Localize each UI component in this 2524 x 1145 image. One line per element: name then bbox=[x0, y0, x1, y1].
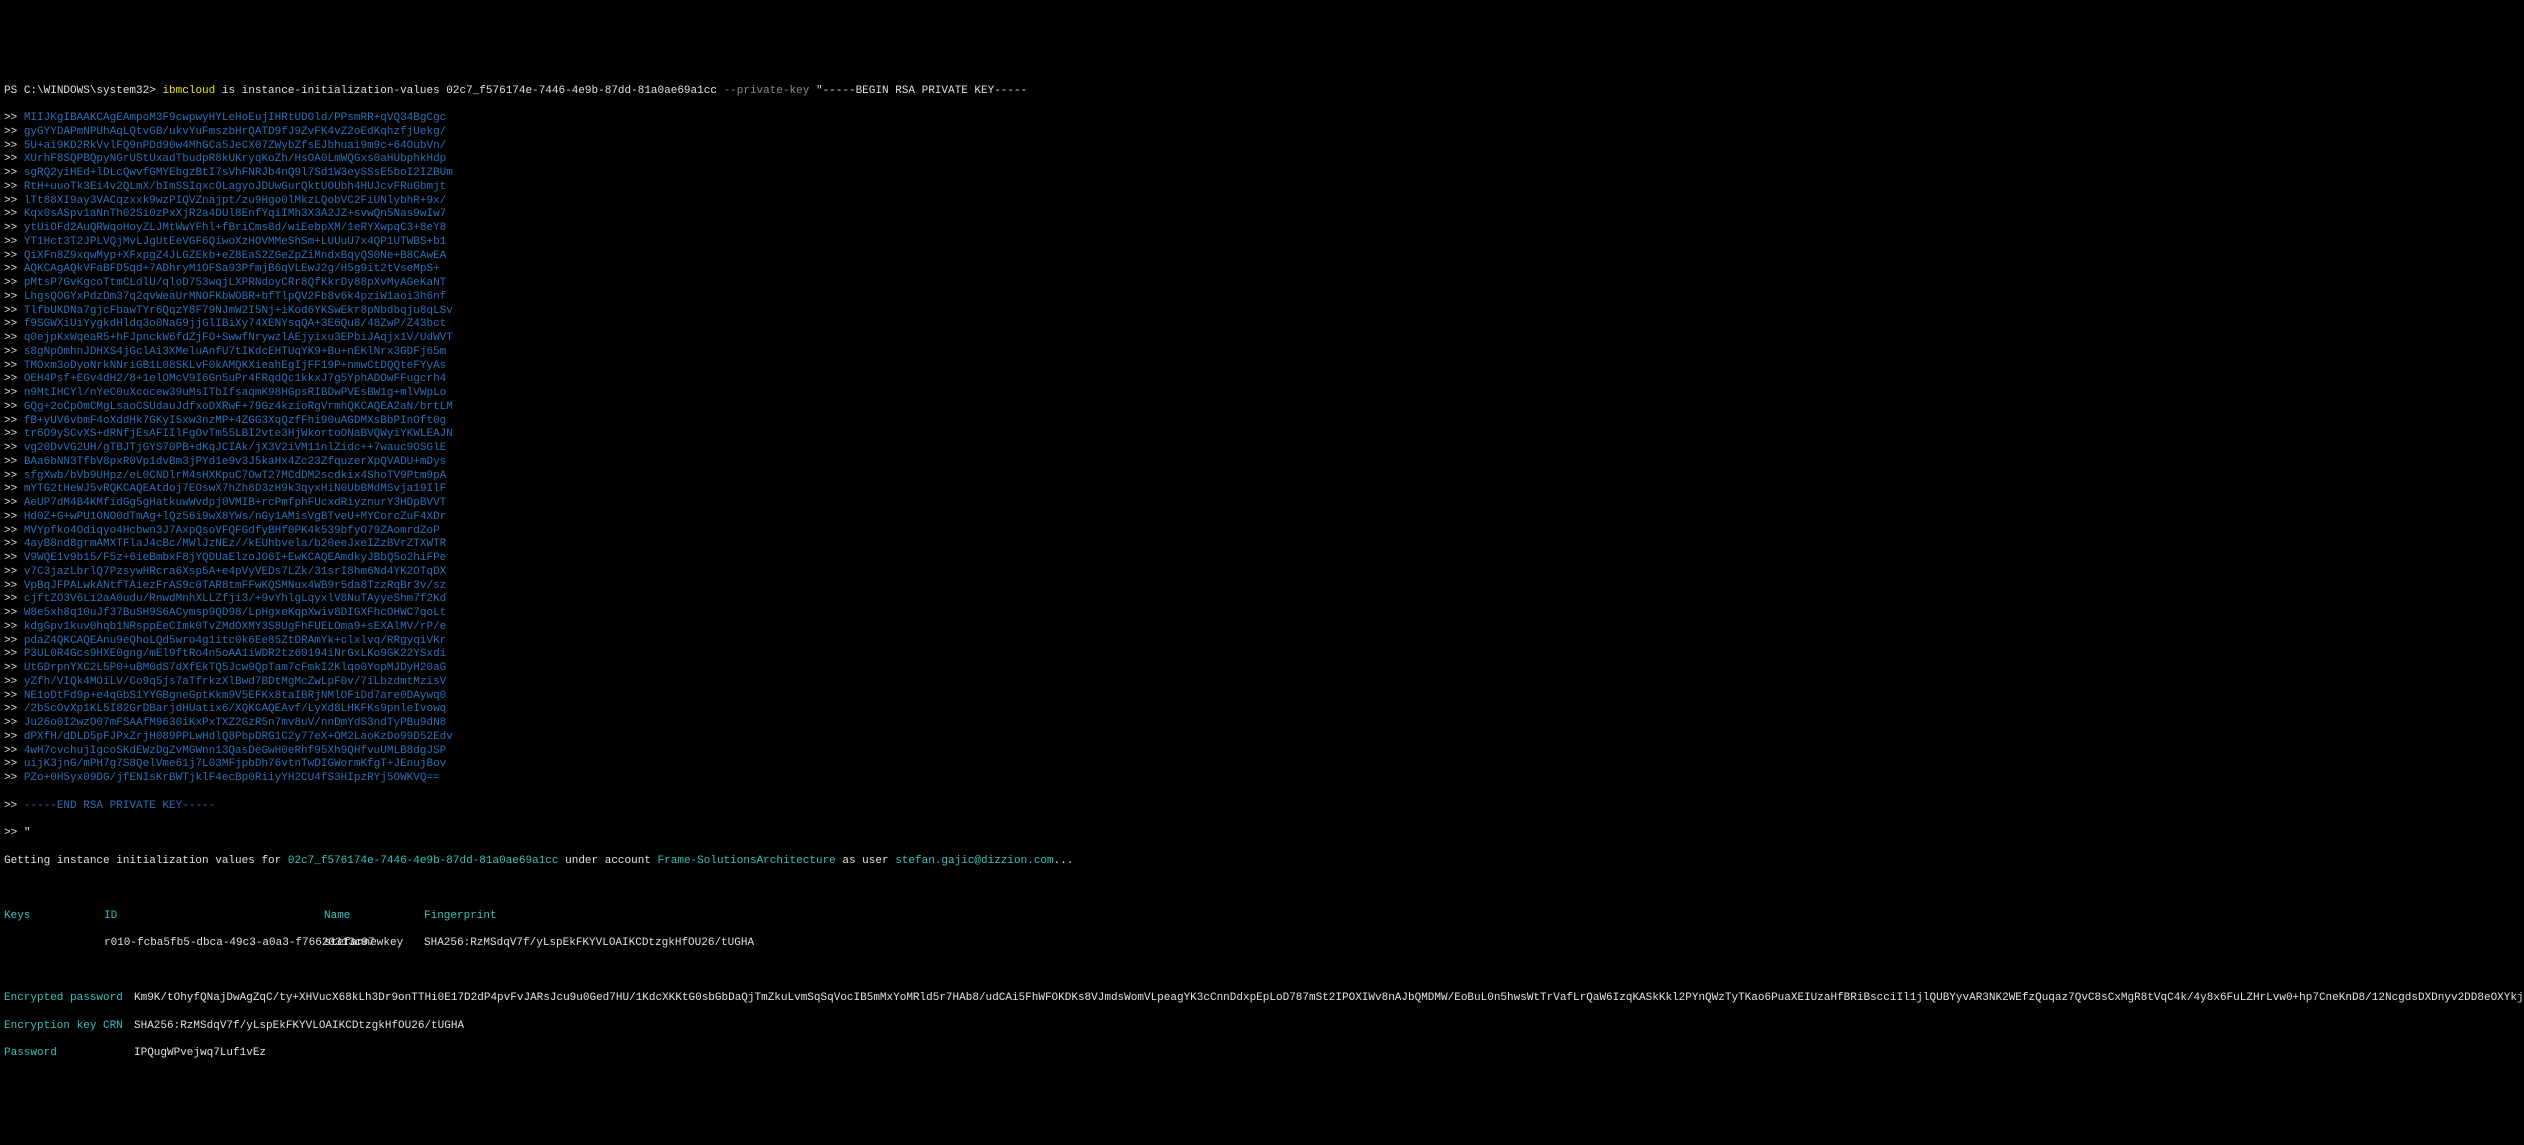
key-line: >> GQg+2oCpOmCMgLsaoCSUdauJdfxoDXRwF+79G… bbox=[4, 401, 2520, 415]
ps-marker: PS bbox=[4, 85, 24, 97]
private-key-block: >> MIIJKgIBAAKCAgEAmpoM3F9cwpwyHYLeHoEuj… bbox=[4, 112, 2520, 786]
ssh-header-row: KeysIDNameFingerprint bbox=[4, 910, 2520, 924]
password-value: IPQugWPvejwq7Luf1vEz bbox=[134, 1047, 266, 1059]
key-line: >> pMtsP7GvKgcoTtmCLdlU/qloD753wqjLXPRNd… bbox=[4, 277, 2520, 291]
encrypted-password-line: Encrypted passwordKm9K/tOhyfQNajDwAgZqC/… bbox=[4, 992, 2520, 1006]
prompt-line: PS C:\WINDOWS\system32> ibmcloud is inst… bbox=[4, 85, 2520, 99]
key-line: >> YT1Hct3T2JPLVQjMvLJgUtEeVGF6QiwoXzHOV… bbox=[4, 236, 2520, 250]
key-line: >> QiXFn8Z9xqwMyp+XFxpgZ4JLGZEkb+eZ8EaS2… bbox=[4, 250, 2520, 264]
key-name: stefannewkey bbox=[324, 937, 424, 951]
key-line: >> VpBqJFPALwkANtfTAiezFrAS9c0TAR8tmFFwK… bbox=[4, 580, 2520, 594]
key-line: >> BAa6bNN3TfbV8pxR0Vp1dvBm3jPYd1e9v3J5k… bbox=[4, 456, 2520, 470]
encryption-key-crn-line: Encryption key CRNSHA256:RzMSdqV7f/yLspE… bbox=[4, 1020, 2520, 1034]
key-line: >> lTt88XI9ay3VACqzxxk9wzPIQVZnajpt/zu9H… bbox=[4, 195, 2520, 209]
key-line: >> f9SGWXiUiYygkdHldq3o0NaG9jjGlIBiXy74X… bbox=[4, 318, 2520, 332]
key-line: >> Ju26o0I2wzO07mFSAAfM9630iKxPxTXZ2GzR5… bbox=[4, 717, 2520, 731]
key-line: >> /2b5cOvXp1KL5I82GrDBarjdHUatix6/XQKCA… bbox=[4, 703, 2520, 717]
encryption-key-crn-value: SHA256:RzMSdqV7f/yLspEkFKYVLOAIKCDtzgkHf… bbox=[134, 1020, 464, 1032]
key-line: >> P3UL0R4Gcs9HXE0gng/mEl9ftRo4n5oAA1iWD… bbox=[4, 648, 2520, 662]
user-email: stefan.gajic@dizzion.com bbox=[895, 855, 1053, 867]
key-line: >> sgRQ2yiHEd+lDLcQwvfGMYEbgzBtI7sVhFNRJ… bbox=[4, 167, 2520, 181]
key-line: >> q0ejpKxWqeaR5+hFJpnckW6fdZjFO+SwwfNry… bbox=[4, 332, 2520, 346]
status-line: Getting instance initialization values f… bbox=[4, 855, 2520, 869]
key-line: >> PZo+0H5yx09DG/jfENIsKrBWTjklF4ecBp0Ri… bbox=[4, 772, 2520, 786]
key-line: >> V9WQE1v9b15/F5z+6ieBmbxF8jYQDUaElzoJO… bbox=[4, 552, 2520, 566]
encryption-key-crn-label: Encryption key CRN bbox=[4, 1020, 134, 1034]
key-line: >> sfgXwb/bVb9UHpz/eL0CNDlrM4sHXKpuC7OwT… bbox=[4, 470, 2520, 484]
key-line: >> TlfbUKDNa7gjcFbawTYr6QqzY8F79NJmW2I5N… bbox=[4, 305, 2520, 319]
closing-quote: " bbox=[24, 827, 31, 839]
key-line: >> mYTG2tHeWJ5vRQKCAQEAtdoj7EOswX7hZh8D3… bbox=[4, 483, 2520, 497]
command-args: is instance-initialization-values 02c7_f… bbox=[215, 85, 723, 97]
key-fingerprint: SHA256:RzMSdqV7f/yLspEkFKYVLOAIKCDtzgkHf… bbox=[424, 937, 754, 951]
key-line: >> TMOxm3oDyoNrkNNriGB1L08SKLvF0kAMQKXie… bbox=[4, 360, 2520, 374]
key-line: >> yZfh/VIQk4MOiLV/Co9q5js7aTfrkzXlBwd7B… bbox=[4, 676, 2520, 690]
command: ibmcloud bbox=[162, 85, 215, 97]
blank-line bbox=[4, 882, 2520, 896]
key-line: >> ytUiOFd2AuQRWqoHoyZLJMtWwYFhl+fBriCms… bbox=[4, 222, 2520, 236]
key-line: >> dPXfH/dDLD5pFJPxZrjH089PPLwHdlQ8PbpDR… bbox=[4, 731, 2520, 745]
ssh-data-row: r010-fcba5fb5-dbca-49c3-a0a3-f76620313c9… bbox=[4, 937, 2520, 951]
key-line: >> OEH4Psf+EGv4dH2/8+1elOMcV9I6Gn5uPr4FR… bbox=[4, 373, 2520, 387]
key-line: >> tr6O9ySCvXS+dRNfjEsAFIIlFgOvTm55LBI2v… bbox=[4, 428, 2520, 442]
private-key-flag: --private-key bbox=[724, 85, 810, 97]
key-line: >> AeUP7dM4B4KMfidGg5gHatkuwWvdpj0VMIB+r… bbox=[4, 497, 2520, 511]
key-line: >> MVYpfko4Odiqyo4Hcbwn3J7AxpQsoVFQFGdfy… bbox=[4, 525, 2520, 539]
instance-id: 02c7_f576174e-7446-4e9b-87dd-81a0ae69a1c… bbox=[288, 855, 559, 867]
account-name: Frame-SolutionsArchitecture bbox=[658, 855, 836, 867]
key-line: >> fB+yUV6vbmF4oXddHk7GKyI5xw3nzMP+4ZGG3… bbox=[4, 415, 2520, 429]
key-line: >> MIIJKgIBAAKCAgEAmpoM3F9cwpwyHYLeHoEuj… bbox=[4, 112, 2520, 126]
key-line: >> n9MtIHCYl/nYeC0uXcocew39uMsITbIfsaqmK… bbox=[4, 387, 2520, 401]
key-id: r010-fcba5fb5-dbca-49c3-a0a3-f76620313c9… bbox=[104, 937, 324, 951]
encrypted-password-label: Encrypted password bbox=[4, 992, 134, 1006]
key-line: >> UtGDrpnYXC2L5P0+uBM0dS7dXfEkTQ5Jcw9Qp… bbox=[4, 662, 2520, 676]
key-end-line: >> -----END RSA PRIVATE KEY----- bbox=[4, 800, 2520, 814]
key-line: >> uijK3jnG/mPH7g7S8QelVme61j7L03MFjpbDh… bbox=[4, 758, 2520, 772]
col-keys: Keys bbox=[4, 910, 104, 924]
key-end: -----END RSA PRIVATE KEY----- bbox=[24, 800, 215, 812]
closing-quote-line: >> " bbox=[4, 827, 2520, 841]
terminal-window[interactable]: PS C:\WINDOWS\system32> ibmcloud is inst… bbox=[0, 69, 2524, 1077]
path: C:\WINDOWS\system32> bbox=[24, 85, 163, 97]
key-line: >> 5U+ai9KD2RkVvlFQ9nPDd90w4MhGCa5JeCX07… bbox=[4, 140, 2520, 154]
key-line: >> s8gNpOmhnJDHXS4jGclAi3XMeluAnfU7tIKdc… bbox=[4, 346, 2520, 360]
col-name: Name bbox=[324, 910, 424, 924]
key-line: >> pdaZ4QKCAQEAnu9eQhoLQd5wro4g1itc0k6Ee… bbox=[4, 635, 2520, 649]
key-line: >> gyGYYDAPmNPUhAqLQtvGB/ukvYuFmszbHrQAT… bbox=[4, 126, 2520, 140]
key-line: >> v7C3jazLbrlQ7PzsywHRcra6Xsp5A+e4pVyVE… bbox=[4, 566, 2520, 580]
key-line: >> XUrhF8SQPBQpyNGrUStUxadTbudpR8kUKryqK… bbox=[4, 153, 2520, 167]
password-line: PasswordIPQugWPvejwq7Luf1vEz bbox=[4, 1047, 2520, 1061]
key-line: >> kdgGpv1kuv0hqb1NRsppEeCImk0TvZMdOXMY3… bbox=[4, 621, 2520, 635]
blank-line bbox=[4, 965, 2520, 979]
key-line: >> Kqx0sASpv1aNnTh02Si0zPxXjR2a4DUl8EnfY… bbox=[4, 208, 2520, 222]
col-id: ID bbox=[104, 910, 324, 924]
password-label: Password bbox=[4, 1047, 134, 1061]
key-line: >> 4ayB8nd8grmAMXTFlaJ4cBc/MWlJzNEz//kEU… bbox=[4, 538, 2520, 552]
key-line: >> AQKCAgAQkVFaBFD5qd+7ADhryM1OFSa93Pfmj… bbox=[4, 263, 2520, 277]
key-line: >> Hd0Z+G+wPU1ONO0dTmAg+lQz56i9wX8YWs/nG… bbox=[4, 511, 2520, 525]
encrypted-password-value: Km9K/tOhyfQNajDwAgZqC/ty+XHVucX68kLh3Dr9… bbox=[134, 992, 2524, 1004]
key-line: >> cjftZO3V6Li2aA0udu/RnwdMnhXLLZfji3/+9… bbox=[4, 593, 2520, 607]
key-line: >> 4wH7cvchujIgcoSKdEWzDgZvMGWnn13QasDeG… bbox=[4, 745, 2520, 759]
key-header: "-----BEGIN RSA PRIVATE KEY----- bbox=[809, 85, 1027, 97]
key-line: >> NE1oDtFd9p+e4qGbS1YYGBgneGptKkm9V5EFK… bbox=[4, 690, 2520, 704]
key-line: >> vg20DvVG2UH/gTBJTjGYS70PB+dKqJCIAk/jX… bbox=[4, 442, 2520, 456]
col-fingerprint: Fingerprint bbox=[424, 910, 497, 924]
key-line: >> LhgsQOGYxPdzDm37q2qvWeaUrMNOFKbWOBR+b… bbox=[4, 291, 2520, 305]
key-line: >> W8e5xh8q10uJf37BuSH9S6ACymsp9QD98/LpH… bbox=[4, 607, 2520, 621]
key-line: >> RtH+uuoTk3Ei4v2QLmX/bImSSIqxcOLagyoJD… bbox=[4, 181, 2520, 195]
